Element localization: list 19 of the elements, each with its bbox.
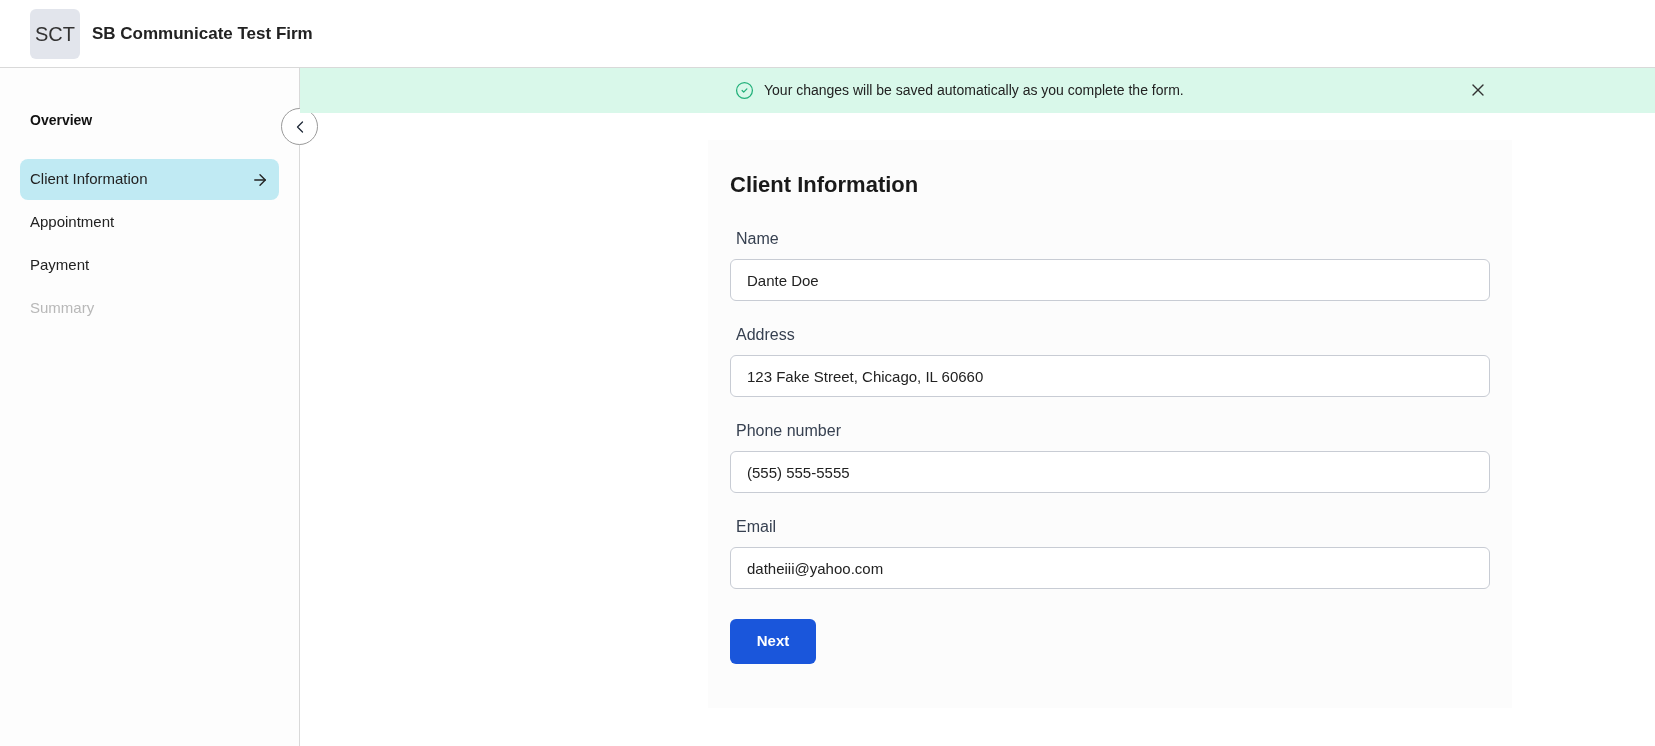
input-field[interactable]: Dante Doe [730, 259, 1490, 301]
firm-logo: SCT [30, 8, 80, 59]
sidebar-item[interactable]: Appointment [20, 202, 279, 243]
form-title: Client Information [730, 171, 920, 199]
field-label: Phone number [735, 421, 842, 441]
input-field[interactable]: 123 Fake Street, Chicago, IL 60660 [730, 355, 1490, 397]
firm-name: SB Communicate Test Firm [92, 22, 313, 45]
field-label: Email [735, 517, 777, 537]
collapse-sidebar-button[interactable] [281, 108, 318, 145]
check-circle-icon [735, 81, 754, 100]
sidebar-item[interactable]: Client Information [20, 159, 279, 200]
field-label: Address [735, 325, 796, 345]
field-label: Name [735, 229, 780, 249]
banner-message: Your changes will be saved automatically as you complete the form. [764, 81, 1184, 100]
sidebar-item[interactable]: Payment [20, 245, 279, 286]
sidebar-heading: Overview [29, 111, 94, 130]
input-field[interactable]: datheiii@yahoo.com [730, 547, 1490, 589]
next-button[interactable]: Next [730, 619, 816, 664]
input-field[interactable]: (555) 555-5555 [730, 451, 1490, 493]
